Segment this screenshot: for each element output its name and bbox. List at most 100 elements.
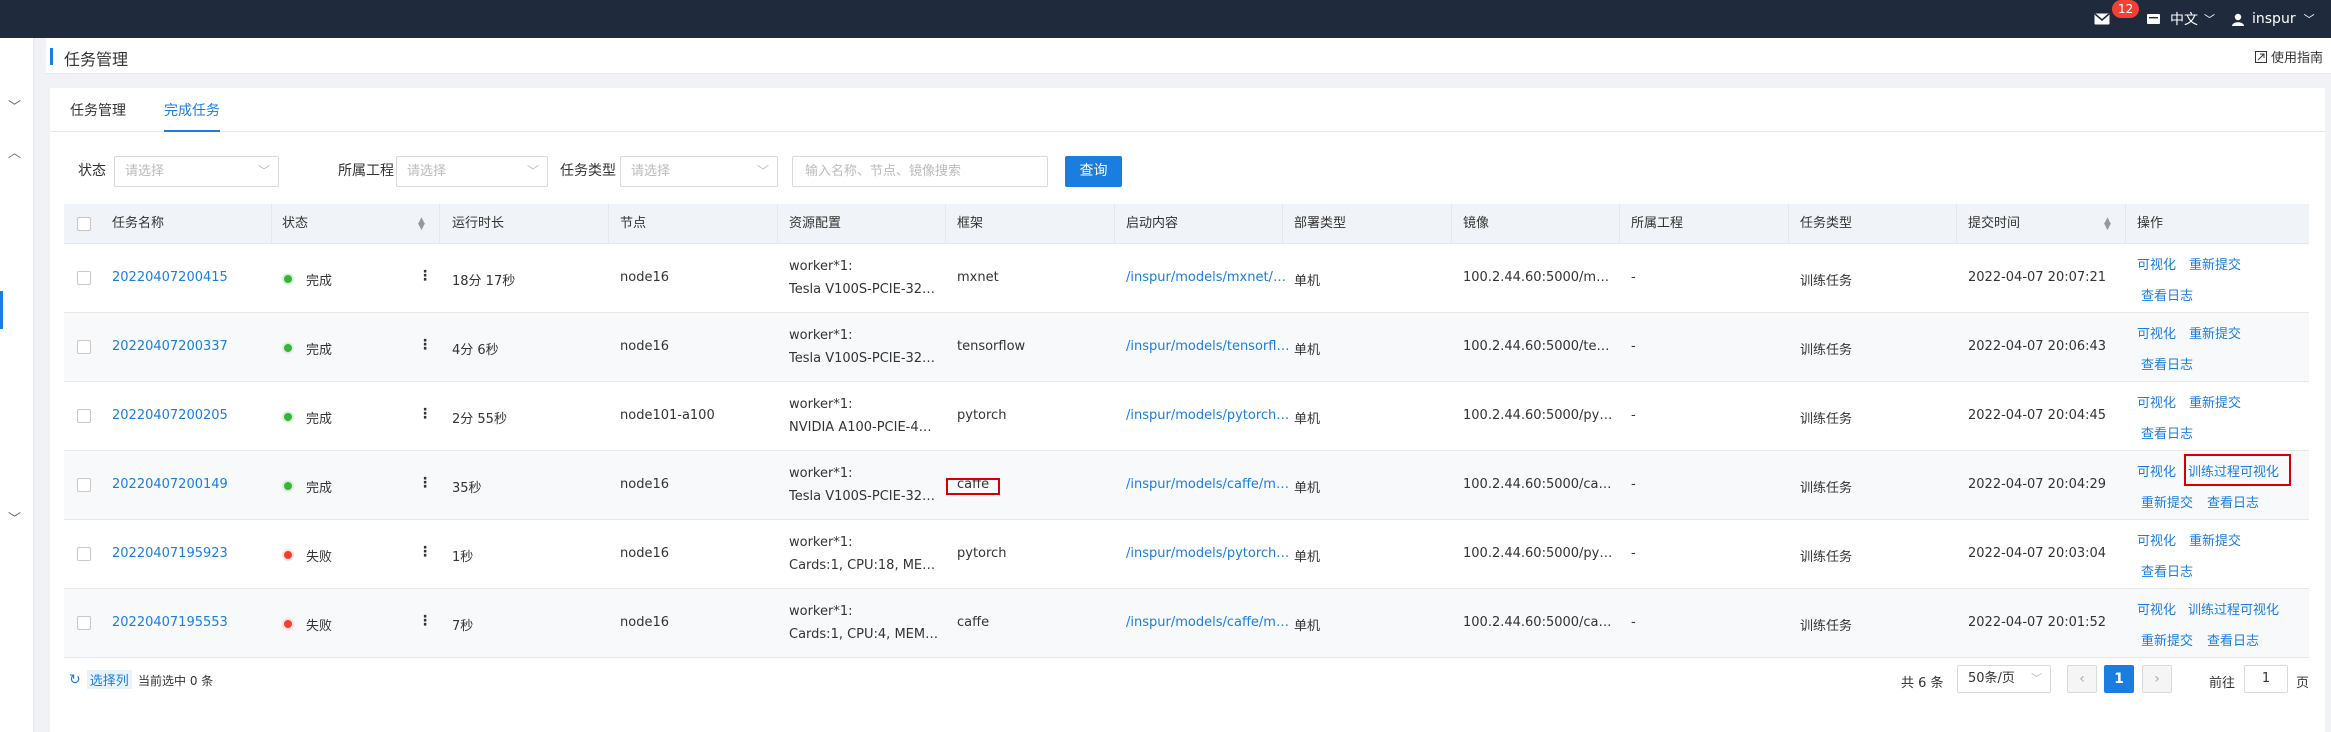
next-page-button[interactable]: › <box>2142 665 2172 693</box>
framework-highlight-box <box>946 478 1000 495</box>
prev-page-button[interactable]: ‹ <box>2067 665 2097 693</box>
help-label: 使用指南 <box>2270 51 2323 66</box>
submit-time: 2022-04-07 20:03:04 <box>1968 546 2107 561</box>
row-checkbox[interactable] <box>77 340 91 354</box>
task-name-link[interactable]: 20220407200337 <box>112 339 228 354</box>
col-status: 状态 <box>282 216 309 231</box>
visualize-link[interactable]: 可视化 <box>2137 323 2176 342</box>
launch-link[interactable]: /inspur/models/pytorch/mr <box>1126 546 1291 561</box>
project-filter-label: 所属工程 <box>338 163 394 179</box>
task-name-link[interactable]: 20220407200149 <box>112 477 228 492</box>
view-log-link[interactable]: 查看日志 <box>2141 285 2193 304</box>
col-actions: 操作 <box>2137 216 2164 231</box>
status-placeholder: 请选择 <box>125 164 165 179</box>
page-size-select[interactable]: 50条/页 ﹀ <box>1957 665 2051 693</box>
task-name-link[interactable]: 20220407195553 <box>112 615 228 630</box>
resubmit-link[interactable]: 重新提交 <box>2189 254 2241 273</box>
resubmit-link[interactable]: 重新提交 <box>2141 492 2193 511</box>
search-input[interactable]: 输入名称、节点、镜像搜索 <box>792 156 1048 187</box>
launch-link[interactable]: /inspur/models/tensorflow. <box>1126 339 1291 354</box>
chevron-down-icon[interactable]: ﹀ <box>8 508 21 527</box>
more-icon[interactable]: ⋮ <box>418 337 432 353</box>
more-icon[interactable]: ⋮ <box>418 268 432 284</box>
task-type: 训练任务 <box>1800 481 1853 496</box>
duration: 1秒 <box>452 550 474 565</box>
status-dot <box>284 620 292 628</box>
type-select[interactable]: 请选择 ﹀ <box>620 156 778 187</box>
sidebar-active-item[interactable] <box>0 291 34 329</box>
project-select[interactable]: 请选择 ﹀ <box>396 156 548 187</box>
row-checkbox[interactable] <box>77 616 91 630</box>
table-row: 20220407200415 完成 ⋮ 18分 17秒 node16 worke… <box>64 244 2309 313</box>
resource-line1: worker*1: <box>789 328 853 343</box>
status-select[interactable]: 请选择 ﹀ <box>114 156 279 187</box>
task-name-link[interactable]: 20220407200205 <box>112 408 228 423</box>
select-all-checkbox[interactable] <box>77 217 91 231</box>
goto-prefix: 前往 <box>2209 676 2236 691</box>
task-name-link[interactable]: 20220407195923 <box>112 546 228 561</box>
sort-icon[interactable]: ▲ ▼ <box>418 217 425 232</box>
table-header: 任务名称 状态 ▲ ▼ 运行时长 节点 资源配置 框架 启动内容 部署类型 镜像 … <box>64 204 2309 244</box>
task-name-link[interactable]: 20220407200415 <box>112 270 228 285</box>
node: node16 <box>620 339 669 354</box>
goto-page-input[interactable]: 1 <box>2244 665 2288 693</box>
tab-task-management[interactable]: 任务管理 <box>70 100 126 130</box>
visualize-link[interactable]: 可视化 <box>2137 599 2176 618</box>
language-select[interactable]: 中文 ﹀ <box>2170 0 2215 38</box>
language-label: 中文 <box>2170 12 2198 28</box>
resource-line1: worker*1: <box>789 604 853 619</box>
image: 100.2.44.60:5000/caff… <box>1463 615 1613 630</box>
message-icon[interactable] <box>2147 0 2160 38</box>
launch-link[interactable]: /inspur/models/pytorch/mr <box>1126 408 1291 423</box>
launch-link[interactable]: /inspur/models/caffe/mnis <box>1126 477 1291 492</box>
more-icon[interactable]: ⋮ <box>418 475 432 491</box>
view-log-link[interactable]: 查看日志 <box>2207 492 2259 511</box>
more-icon[interactable]: ⋮ <box>418 406 432 422</box>
resubmit-link[interactable]: 重新提交 <box>2141 630 2193 649</box>
view-log-link[interactable]: 查看日志 <box>2141 423 2193 442</box>
chevron-down-icon: ﹀ <box>257 164 270 178</box>
more-icon[interactable]: ⋮ <box>418 544 432 560</box>
launch-link[interactable]: /inspur/models/caffe/mnis <box>1126 615 1291 630</box>
resubmit-link[interactable]: 重新提交 <box>2189 323 2241 342</box>
resubmit-link[interactable]: 重新提交 <box>2189 392 2241 411</box>
more-icon[interactable]: ⋮ <box>418 613 432 629</box>
visualize-link[interactable]: 可视化 <box>2137 530 2176 549</box>
framework: tensorflow <box>957 339 1026 354</box>
query-button[interactable]: 查询 <box>1065 156 1122 187</box>
help-link[interactable]: 使用指南 <box>2254 47 2323 66</box>
node: node101-a100 <box>620 408 715 423</box>
framework: pytorch <box>957 408 1007 423</box>
visualize-link[interactable]: 可视化 <box>2137 392 2176 411</box>
view-log-link[interactable]: 查看日志 <box>2141 561 2193 580</box>
type-filter-label: 任务类型 <box>560 163 616 179</box>
chevron-left-icon: ‹ <box>2079 671 2085 687</box>
sort-icon[interactable]: ▲ ▼ <box>2104 217 2111 232</box>
chevron-up-icon[interactable]: ︿ <box>8 142 21 161</box>
mail-icon[interactable] <box>2094 0 2110 38</box>
resubmit-link[interactable]: 重新提交 <box>2189 530 2241 549</box>
duration: 2分 55秒 <box>452 412 507 427</box>
node: node16 <box>620 270 669 285</box>
tab-completed-tasks[interactable]: 完成任务 <box>164 100 220 132</box>
chevron-down-icon: ﹀ <box>756 164 769 178</box>
page-size-value: 50条/页 <box>1968 671 2015 686</box>
visualize-link[interactable]: 可视化 <box>2137 461 2176 480</box>
row-checkbox[interactable] <box>77 409 91 423</box>
select-columns-button[interactable]: ↻ 选择列 <box>69 670 132 689</box>
deploy-type: 单机 <box>1294 619 1321 634</box>
project-placeholder: 请选择 <box>407 164 447 179</box>
user-menu[interactable]: inspur ﹀ <box>2232 0 2315 38</box>
duration: 4分 6秒 <box>452 343 499 358</box>
training-visualize-link[interactable]: 训练过程可视化 <box>2188 599 2279 618</box>
visualize-link[interactable]: 可视化 <box>2137 254 2176 273</box>
view-log-link[interactable]: 查看日志 <box>2141 354 2193 373</box>
row-checkbox[interactable] <box>77 478 91 492</box>
col-launch: 启动内容 <box>1126 216 1179 231</box>
row-checkbox[interactable] <box>77 271 91 285</box>
row-checkbox[interactable] <box>77 547 91 561</box>
page-button-current[interactable]: 1 <box>2104 665 2134 693</box>
chevron-down-icon[interactable]: ﹀ <box>8 96 21 115</box>
view-log-link[interactable]: 查看日志 <box>2207 630 2259 649</box>
launch-link[interactable]: /inspur/models/mxnet/mx_ <box>1126 270 1291 285</box>
